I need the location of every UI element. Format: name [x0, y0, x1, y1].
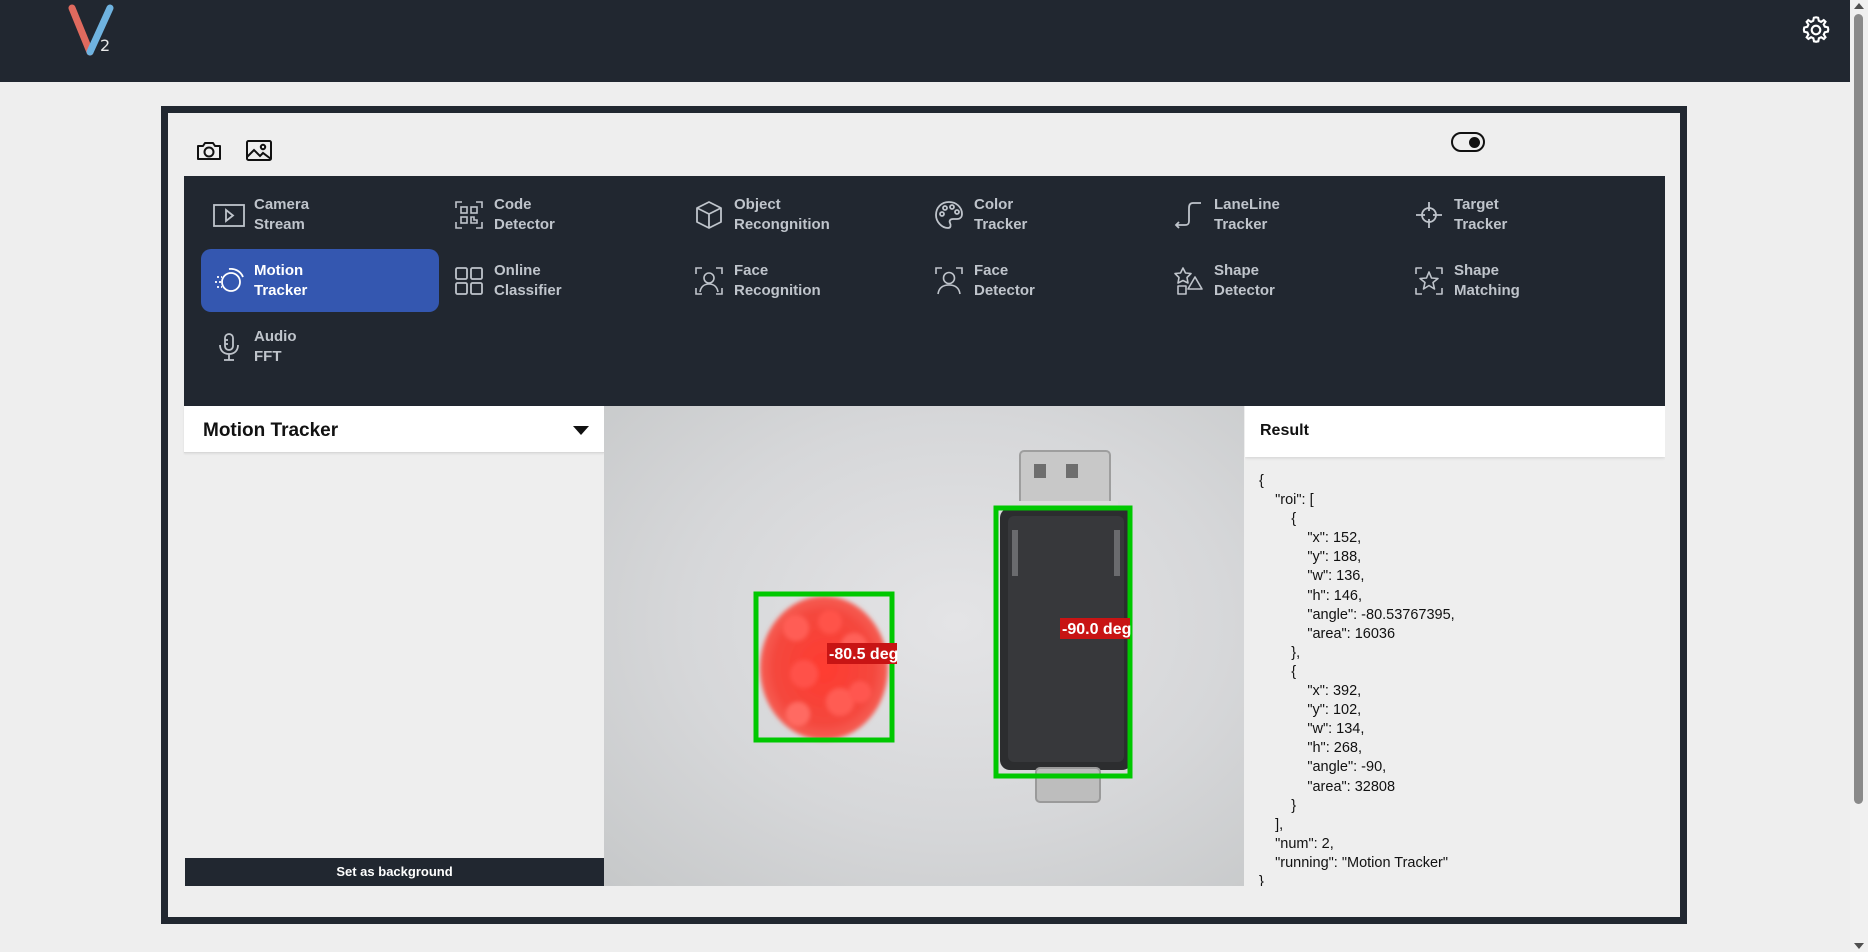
result-json: { "roi": [ { "x": 152, "y": 188, "w": 13…	[1259, 473, 1455, 886]
menu-item-target-tracker[interactable]: Target Tracker	[1401, 183, 1639, 246]
menu-item-audio-fft[interactable]: Audio FFT	[201, 315, 439, 378]
menu-item-label: Code Detector	[494, 196, 555, 233]
face-scan-icon	[695, 267, 723, 295]
menu-item-label: Motion Tracker	[254, 262, 308, 299]
crosshair-icon	[1416, 202, 1442, 228]
toggle-knob	[1469, 136, 1480, 148]
menu-item-label: Audio FFT	[254, 328, 297, 365]
menu-item-shape-detector[interactable]: Shape Detector	[1161, 249, 1399, 312]
lane-line-icon	[1174, 202, 1201, 229]
menu-item-shape-matching[interactable]: Shape Matching	[1401, 249, 1639, 312]
menu-item-label: Target Tracker	[1454, 196, 1508, 233]
menu-item-face-detector[interactable]: Face Detector	[921, 249, 1159, 312]
menu-item-label: Camera Stream	[254, 196, 310, 233]
menu-item-code-detector[interactable]: Code Detector	[441, 183, 679, 246]
scroll-thumb[interactable]	[1854, 14, 1863, 804]
menu-item-color-tracker[interactable]: Color Tracker	[921, 183, 1159, 246]
result-title: Result	[1260, 422, 1309, 439]
camera-image: -80.5 deg -90.0 deg	[753, 450, 1133, 803]
settings-panel: Motion Tracker Set as background	[184, 406, 604, 886]
star-scan-icon	[1415, 267, 1443, 295]
angle-label: -90.0 deg	[1062, 621, 1131, 638]
function-menu: Camera Stream Code Detector Object Recon…	[184, 176, 1665, 406]
page-scrollbar[interactable]	[1850, 0, 1868, 952]
shapes-icon	[1174, 267, 1203, 295]
menu-item-label: Color Tracker	[974, 196, 1028, 233]
menu-item-label: LaneLine Tracker	[1214, 196, 1280, 233]
menu-item-online-classifier[interactable]: Online Classifier	[441, 249, 679, 312]
result-header: Result	[1245, 406, 1665, 457]
chevron-down-icon[interactable]	[573, 426, 589, 435]
motion-icon	[215, 267, 244, 292]
camera-icon[interactable]	[194, 136, 224, 166]
result-panel: Result { "roi": [ { "x": 152, "y": 188, …	[1245, 406, 1665, 886]
palette-icon	[935, 201, 963, 229]
cube-icon	[696, 201, 722, 229]
qr-code-icon	[455, 201, 483, 229]
logo-subscript: 2	[100, 36, 111, 55]
menu-item-label: Online Classifier	[494, 262, 562, 299]
menu-item-label: Face Detector	[974, 262, 1035, 299]
menu-item-face-recognition[interactable]: Face Recognition	[681, 249, 919, 312]
menu-item-label: Object Recongnition	[734, 196, 830, 233]
menu-item-laneline-tracker[interactable]: LaneLine Tracker	[1161, 183, 1399, 246]
face-icon	[935, 267, 963, 295]
menu-item-label: Shape Detector	[1214, 262, 1275, 299]
menu-item-label: Face Recognition	[734, 262, 821, 299]
gear-icon[interactable]	[1800, 14, 1832, 46]
camera-view: -80.5 deg -90.0 deg	[604, 406, 1244, 886]
angle-label: -80.5 deg	[829, 646, 898, 663]
scroll-down-arrow-icon[interactable]	[1854, 943, 1864, 949]
grid-icon	[455, 267, 483, 295]
logo	[68, 4, 114, 56]
function-selector[interactable]: Motion Tracker	[184, 406, 604, 453]
red-object	[760, 596, 888, 740]
theme-toggle[interactable]	[1451, 132, 1485, 152]
scroll-up-arrow-icon[interactable]	[1854, 3, 1864, 9]
menu-item-object-recognition[interactable]: Object Recongnition	[681, 183, 919, 246]
menu-item-camera-stream[interactable]: Camera Stream	[201, 183, 439, 246]
menu-item-label: Shape Matching	[1454, 262, 1520, 299]
play-box-icon	[213, 204, 245, 227]
menu-item-motion-tracker[interactable]: Motion Tracker	[201, 249, 439, 312]
top-bar: 2	[0, 0, 1850, 82]
microphone-icon	[219, 333, 239, 361]
set-as-background-button[interactable]: Set as background	[185, 858, 604, 886]
panel-title: Motion Tracker	[203, 420, 339, 441]
image-icon[interactable]	[244, 136, 274, 166]
